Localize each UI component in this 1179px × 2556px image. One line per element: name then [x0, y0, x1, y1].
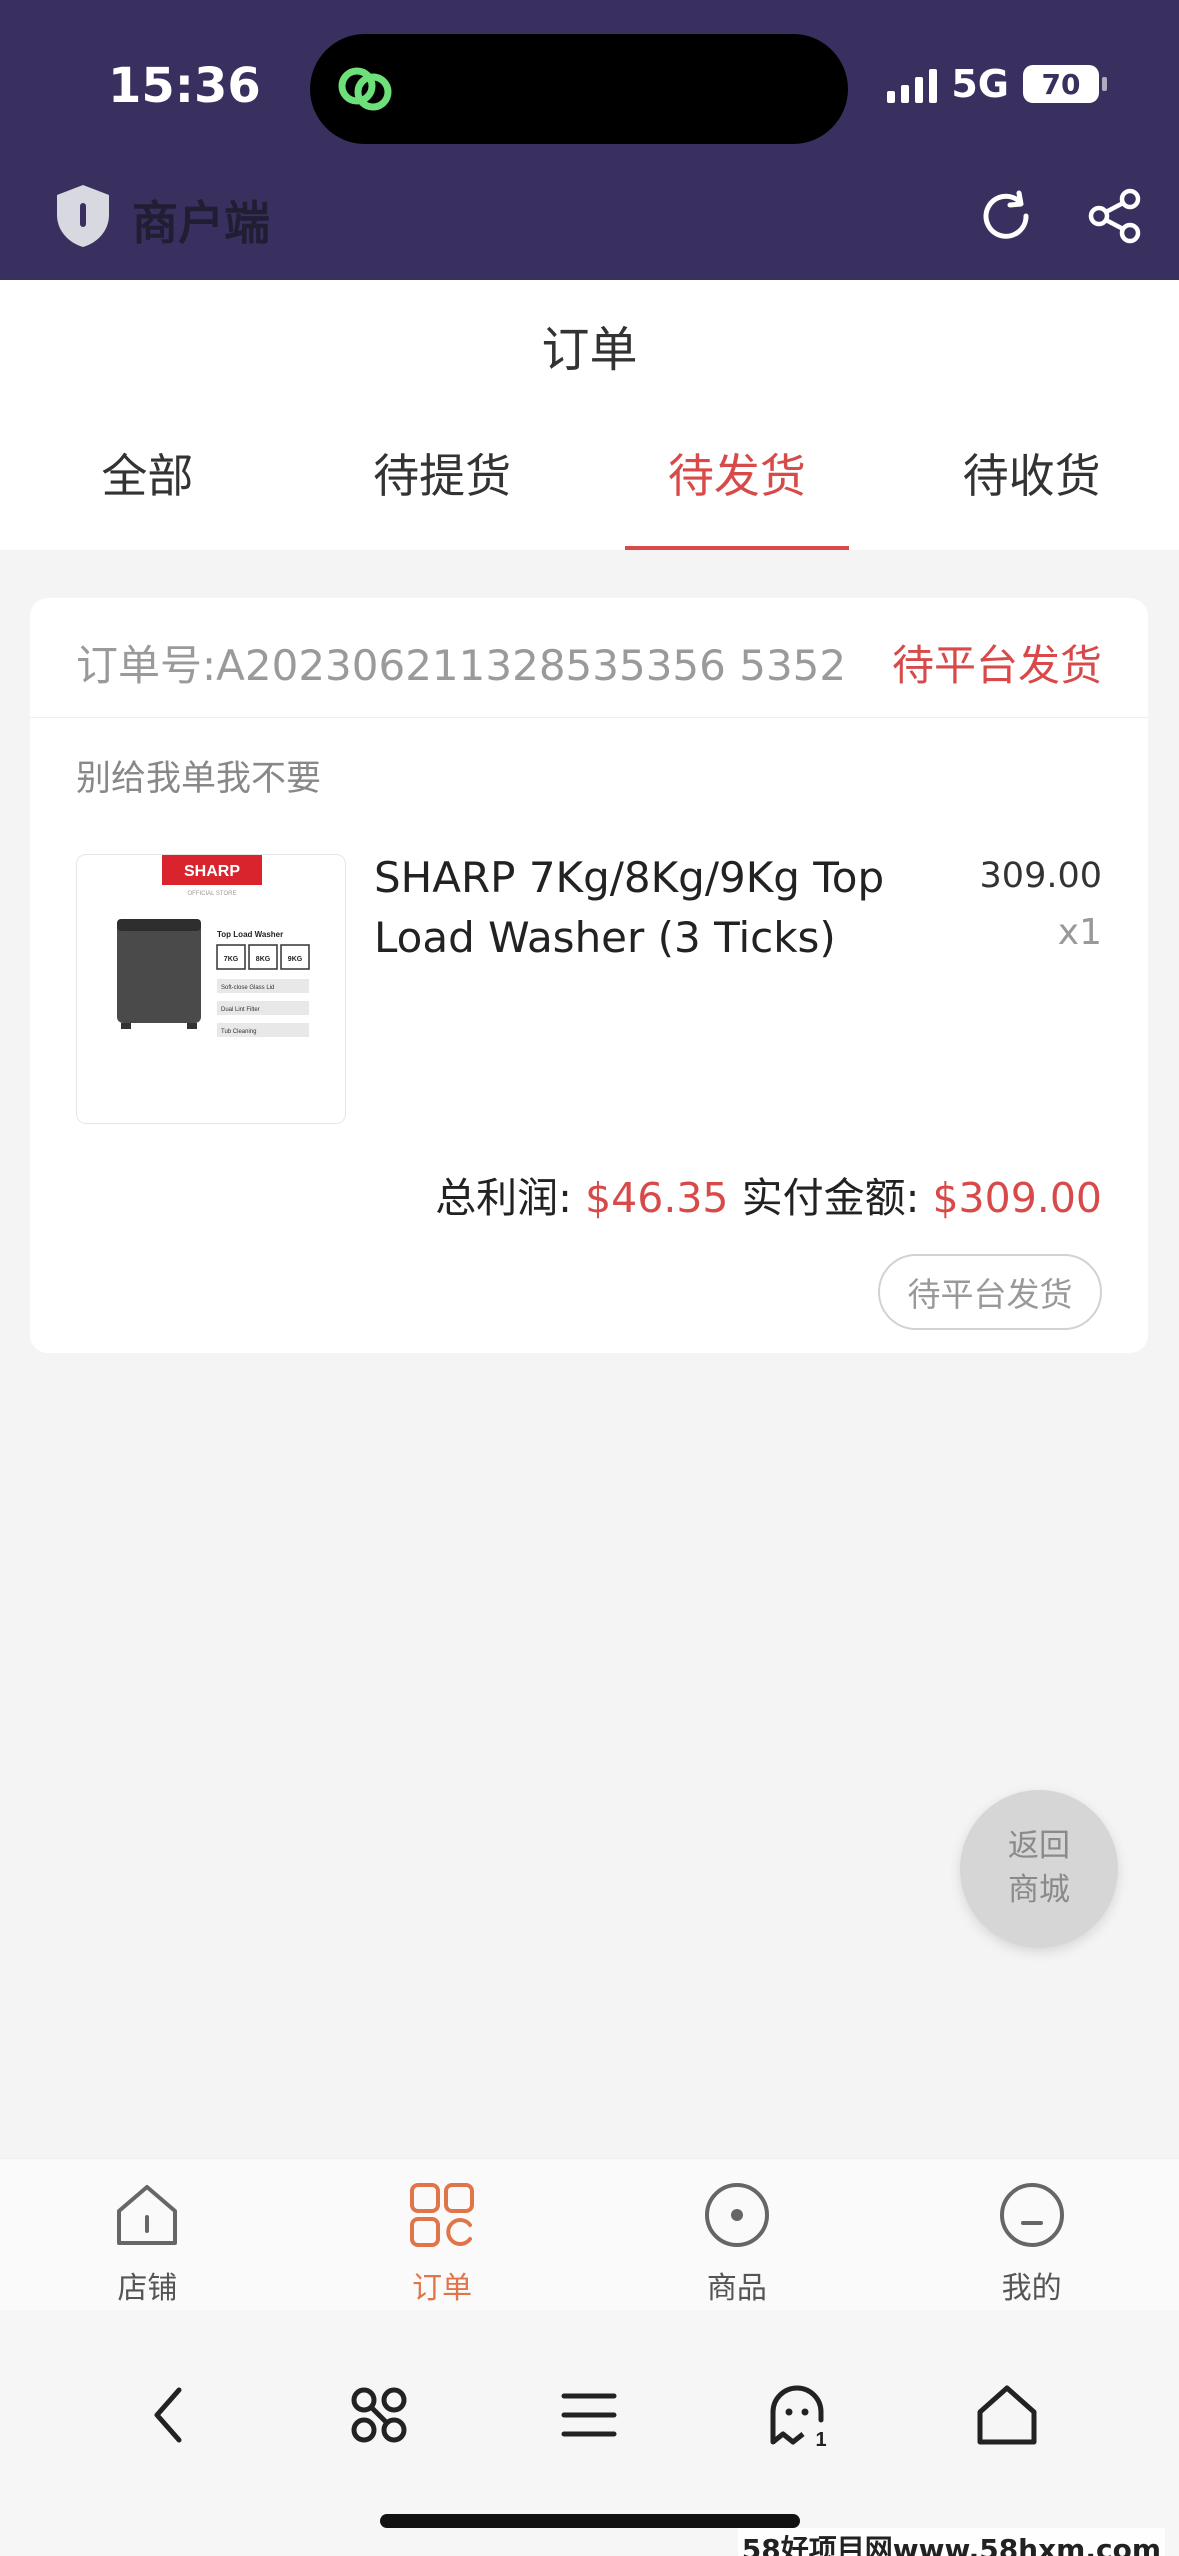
app-title-row: 商户端 [0, 175, 1179, 275]
share-icon[interactable] [1084, 185, 1146, 247]
ghost-tabs-icon[interactable]: 1 [763, 2380, 833, 2450]
product-price: 309.00 [979, 856, 1102, 896]
order-totals: 总利润: $46.35 实付金额: $309.00 [435, 1164, 1102, 1224]
page-title: 订单 [541, 322, 638, 378]
product-image[interactable]: SHARP OFFICIAL STORE Top Load Washer 7KG… [76, 854, 346, 1124]
order-card-header: 订单号:A202306211328535356 5352 待平台发货 [30, 598, 1148, 718]
order-number: 订单号:A202306211328535356 5352 [76, 641, 847, 690]
status-time: 15:36 [108, 58, 261, 114]
nav-item-orders[interactable]: 订单 [295, 2159, 590, 2310]
nav-item-products[interactable]: 商品 [590, 2159, 885, 2310]
bottom-nav: 店铺 订单 商品 我的 [0, 2158, 1179, 2310]
store-icon [117, 2185, 178, 2245]
paid-label: 实付金额: [741, 1174, 920, 1222]
pending-shipment-button[interactable]: 待平台发货 [878, 1254, 1102, 1330]
page-header: 订单 全部 待提货 待发货 待收货 [0, 280, 1179, 550]
battery-level: 70 [1041, 67, 1081, 101]
nav-label-profile: 我的 [1001, 2271, 1062, 2306]
washer-image: SHARP OFFICIAL STORE Top Load Washer 7KG… [117, 855, 310, 1037]
shield-icon [57, 185, 109, 247]
tab-all[interactable]: 全部 [0, 440, 295, 550]
signal-icon [887, 65, 938, 103]
paid-value: $309.00 [932, 1174, 1102, 1222]
product-image-size: 8KG [256, 956, 271, 963]
dynamic-island [310, 34, 848, 144]
tab-pending-pickup[interactable]: 待提货 [295, 440, 590, 550]
status-indicators: 5G 70 [887, 62, 1107, 106]
product-image-size: 7KG [224, 956, 239, 963]
product-quantity: x1 [1057, 912, 1102, 953]
command-icon[interactable] [344, 2380, 414, 2450]
product-image-store: OFFICIAL STORE [187, 891, 236, 897]
home-indicator[interactable] [380, 2514, 800, 2528]
order-note: 别给我单我不要 [76, 759, 322, 799]
menu-icon[interactable] [554, 2380, 624, 2450]
nav-item-store[interactable]: 店铺 [0, 2159, 295, 2310]
order-card[interactable]: 订单号:A202306211328535356 5352 待平台发货 别给我单我… [30, 598, 1148, 1353]
product-image-brand: SHARP [184, 863, 240, 880]
products-icon [704, 2183, 769, 2247]
order-tabs: 全部 待提货 待发货 待收货 [0, 440, 1179, 550]
product-image-feature: Dual Lint Filter [221, 1007, 260, 1013]
link-icon [338, 67, 392, 111]
product-image-feature: Tub Cleaning [221, 1029, 256, 1035]
back-icon[interactable] [135, 2380, 205, 2450]
profit-label: 总利润: [435, 1174, 573, 1222]
home-icon[interactable] [972, 2380, 1042, 2450]
profit-value: $46.35 [585, 1174, 729, 1222]
network-type: 5G [951, 62, 1009, 106]
battery-icon: 70 [1023, 65, 1107, 103]
tab-pending-shipment[interactable]: 待发货 [590, 440, 885, 550]
product-image-feature: Soft-close Glass Lid [221, 985, 274, 991]
product-name[interactable]: SHARP 7Kg/8Kg/9Kg Top Load Washer (3 Tic… [374, 848, 934, 968]
top-header: 15:36 5G 70 商户端 [0, 0, 1179, 280]
nav-item-profile[interactable]: 我的 [884, 2159, 1179, 2310]
nav-label-orders: 订单 [412, 2271, 473, 2306]
app-title: 商户端 [132, 196, 270, 250]
svg-text:1: 1 [815, 2429, 826, 2450]
nav-label-store: 店铺 [117, 2271, 178, 2306]
orders-icon [410, 2183, 475, 2247]
order-status: 待平台发货 [891, 641, 1102, 690]
back-to-mall-line2: 商城 [1008, 1872, 1070, 1908]
back-to-mall-button[interactable]: 返回 商城 [960, 1790, 1118, 1948]
product-image-size: 9KG [288, 956, 303, 963]
product-image-heading: Top Load Washer [217, 930, 283, 939]
tab-pending-receipt[interactable]: 待收货 [884, 440, 1179, 550]
refresh-icon[interactable] [975, 185, 1037, 247]
back-to-mall-line1: 返回 [1008, 1828, 1070, 1864]
nav-label-products: 商品 [706, 2271, 767, 2306]
watermark: 58好项目网www.58hxm.com [737, 2528, 1165, 2556]
profile-icon [999, 2183, 1064, 2247]
